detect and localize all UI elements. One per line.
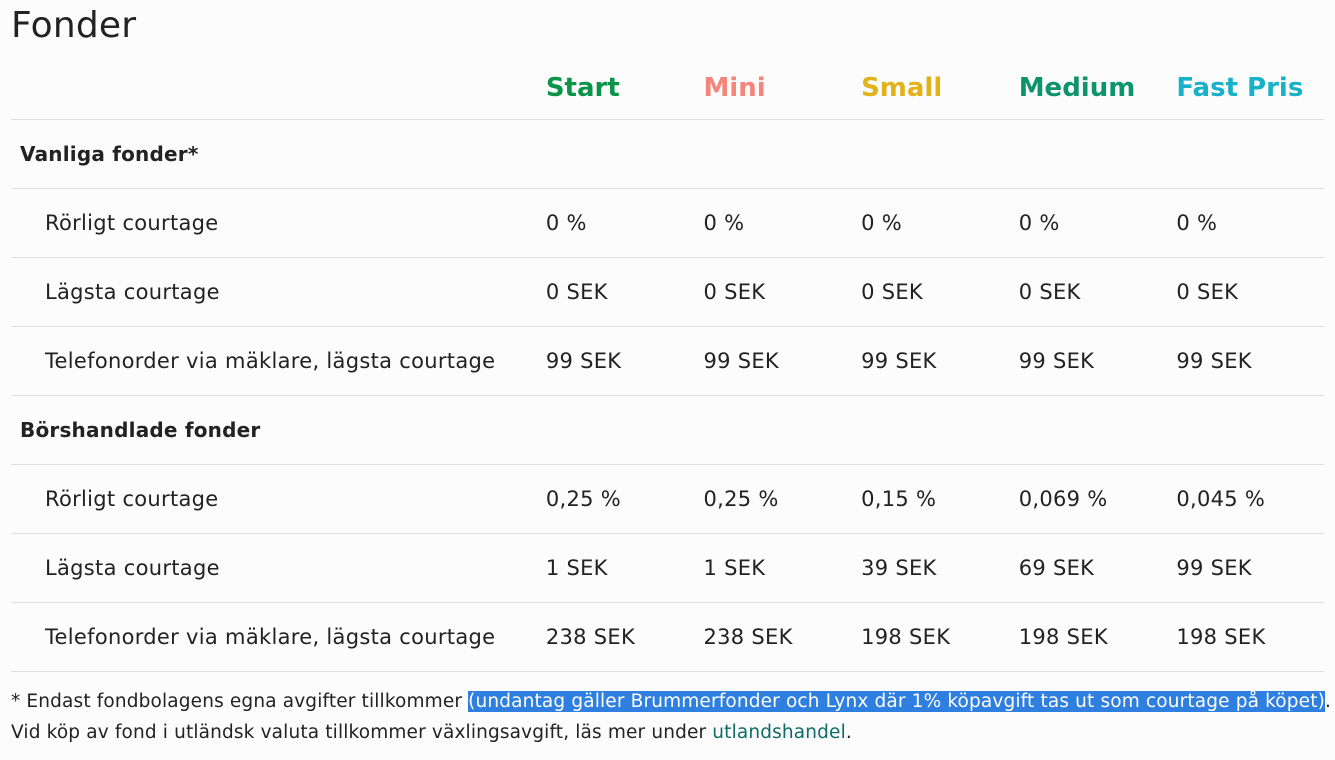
footnote-text: . <box>1324 691 1332 712</box>
table-row: Lägsta courtage 1 SEK 1 SEK 39 SEK 69 SE… <box>11 533 1324 603</box>
table-cell: 99 SEK <box>1008 326 1167 396</box>
page-title: Fonder <box>11 5 137 46</box>
row-label: Telefonorder via mäklare, lägsta courtag… <box>11 326 536 396</box>
table-cell: 0,25 % <box>693 464 852 534</box>
table-row: Telefonorder via mäklare, lägsta courtag… <box>11 326 1324 396</box>
row-label: Telefonorder via mäklare, lägsta courtag… <box>11 602 536 672</box>
page: Fonder Start Mini Small Medium Fast Pris… <box>0 0 1335 760</box>
table-cell: 0 % <box>693 188 852 258</box>
table-row: Telefonorder via mäklare, lägsta courtag… <box>11 602 1324 672</box>
table-cell: 0 % <box>851 188 1009 258</box>
table-cell: 0,15 % <box>851 464 1009 534</box>
pricing-table: Start Mini Small Medium Fast Pris Vanlig… <box>11 57 1324 672</box>
table-cell: 0 SEK <box>1166 257 1324 327</box>
table-cell: 1 SEK <box>693 533 852 603</box>
section-title-vanliga-fonder: Vanliga fonder* <box>11 119 1324 189</box>
row-label: Lägsta courtage <box>11 533 536 603</box>
footnote-line-1: * Endast fondbolagens egna avgifter till… <box>11 686 1331 717</box>
plan-header-start: Start <box>535 57 694 120</box>
section-header-row: Börshandlade fonder <box>11 395 1324 465</box>
row-label: Rörligt courtage <box>11 188 536 258</box>
table-cell: 0 % <box>535 188 694 258</box>
section-header-row: Vanliga fonder* <box>11 119 1324 189</box>
table-cell: 0 SEK <box>1008 257 1167 327</box>
table-cell: 0 % <box>1166 188 1324 258</box>
table-cell: 0 SEK <box>535 257 694 327</box>
table-cell: 0,069 % <box>1008 464 1167 534</box>
row-label: Rörligt courtage <box>11 464 536 534</box>
table-cell: 99 SEK <box>693 326 852 396</box>
table-row: Rörligt courtage 0,25 % 0,25 % 0,15 % 0,… <box>11 464 1324 534</box>
table-cell: 0 % <box>1008 188 1167 258</box>
table-cell: 198 SEK <box>851 602 1009 672</box>
table-cell: 238 SEK <box>693 602 852 672</box>
table-cell: 69 SEK <box>1008 533 1167 603</box>
table-cell: 198 SEK <box>1166 602 1324 672</box>
table-cell: 99 SEK <box>535 326 694 396</box>
table-cell: 198 SEK <box>1008 602 1167 672</box>
table-cell: 238 SEK <box>535 602 694 672</box>
pricing-table-header: Start Mini Small Medium Fast Pris <box>11 57 1324 120</box>
plan-header-mini: Mini <box>693 57 852 120</box>
footnote: * Endast fondbolagens egna avgifter till… <box>11 686 1331 748</box>
footnote-text: . <box>845 722 852 743</box>
table-cell: 0,25 % <box>535 464 694 534</box>
table-cell: 99 SEK <box>1166 326 1324 396</box>
plan-header-row: Start Mini Small Medium Fast Pris <box>11 57 1324 120</box>
table-cell: 0,045 % <box>1166 464 1324 534</box>
footnote-text: Vid köp av fond i utländsk valuta tillko… <box>11 722 713 743</box>
table-cell: 99 SEK <box>851 326 1009 396</box>
table-cell: 99 SEK <box>1166 533 1324 603</box>
table-cell: 39 SEK <box>851 533 1009 603</box>
footnote-text: * Endast fondbolagens egna avgifter till… <box>11 691 469 712</box>
row-label: Lägsta courtage <box>11 257 536 327</box>
table-cell: 0 SEK <box>851 257 1009 327</box>
table-row: Rörligt courtage 0 % 0 % 0 % 0 % 0 % <box>11 188 1324 258</box>
plan-header-medium: Medium <box>1008 57 1167 120</box>
plan-header-fast-pris: Fast Pris <box>1166 57 1324 120</box>
pricing-table-body: Vanliga fonder* Rörligt courtage 0 % 0 %… <box>11 119 1324 672</box>
plan-header-small: Small <box>851 57 1009 120</box>
table-cell: 0 SEK <box>693 257 852 327</box>
header-empty-cell <box>11 57 536 120</box>
selected-text-highlight[interactable]: (undantag gäller Brummerfonder och Lynx … <box>468 691 1325 712</box>
table-cell: 1 SEK <box>535 533 694 603</box>
utlandshandel-link[interactable]: utlandshandel <box>712 722 846 743</box>
section-title-borshandlade-fonder: Börshandlade fonder <box>11 395 1324 465</box>
table-row: Lägsta courtage 0 SEK 0 SEK 0 SEK 0 SEK … <box>11 257 1324 327</box>
footnote-line-2: Vid köp av fond i utländsk valuta tillko… <box>11 717 1324 748</box>
